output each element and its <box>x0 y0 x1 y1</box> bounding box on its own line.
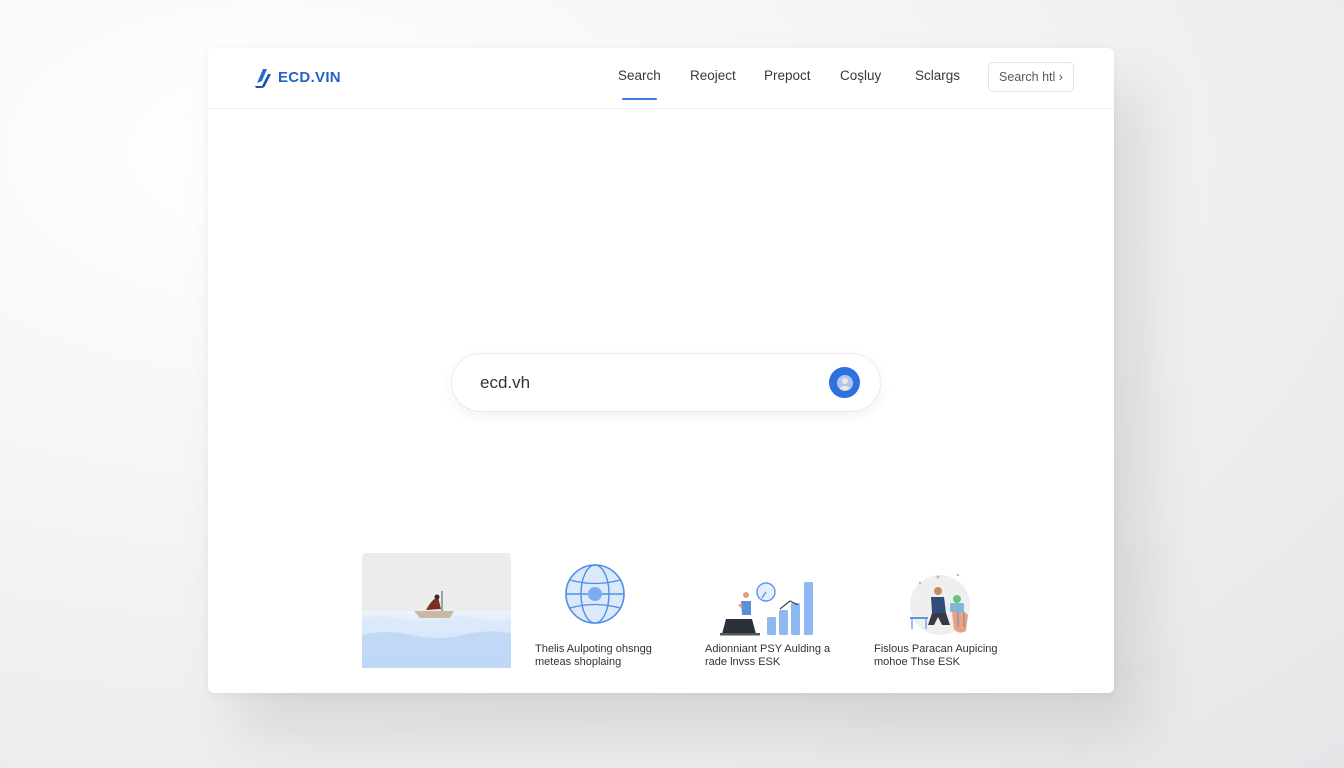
nav-item-prepoct[interactable]: Prepoct <box>764 68 811 83</box>
boat-on-water-illustration <box>362 553 511 668</box>
nav-item-sclargs[interactable]: Sclargs <box>915 68 960 83</box>
search-bar <box>452 354 880 411</box>
tile-person-working[interactable]: Fislous Paracan Aupicing mohoe Thse ESK <box>872 553 1024 668</box>
tile-globe[interactable]: Thelis Aulpoting ohsngg meteas shoplaing <box>532 553 684 668</box>
person-working-illustration <box>910 573 970 635</box>
tile-caption: Thelis Aulpoting ohsngg meteas shoplaing <box>535 643 685 668</box>
search-input[interactable] <box>478 368 812 398</box>
globe-icon <box>565 564 625 624</box>
tile-caption-line2: rade lnvss ESK <box>705 655 781 668</box>
logo-link[interactable]: ECD.VIN <box>254 64 341 90</box>
logo-text: ECD.VIN <box>278 68 341 86</box>
tile-caption-line1: Fislous Paracan Aupicing <box>874 643 998 655</box>
tile-boat[interactable] <box>362 553 511 668</box>
nav-item-cosluy[interactable]: Coşluy <box>840 68 881 83</box>
tile-analytics[interactable]: Adionniant PSY Aulding a rade lnvss ESK <box>702 553 854 668</box>
main-window: ECD.VIN Search Reoject Prepoct Coşluy Sc… <box>208 48 1114 693</box>
tile-caption: Fislous Paracan Aupicing mohoe Thse ESK <box>874 643 1024 668</box>
logo-mark-icon <box>255 69 271 88</box>
analytics-illustration <box>720 582 813 636</box>
nav-item-reoject[interactable]: Reoject <box>690 68 736 83</box>
tile-caption-line2: meteas shoplaing <box>535 655 622 668</box>
search-submit-button[interactable] <box>829 367 860 398</box>
tile-caption-line2: mohoe Thse ESK <box>874 655 961 668</box>
tile-caption: Adionniant PSY Aulding a rade lnvss ESK <box>705 643 855 668</box>
user-search-icon <box>836 374 853 391</box>
nav-item-search[interactable]: Search <box>618 68 661 100</box>
top-navigation-bar: ECD.VIN Search Reoject Prepoct Coşluy Sc… <box>208 48 1114 109</box>
tile-caption-line1: Adionniant PSY Aulding a <box>705 643 831 655</box>
tile-caption-line1: Thelis Aulpoting ohsngg <box>535 643 652 655</box>
header-search-button[interactable]: Search htl › <box>988 62 1074 92</box>
